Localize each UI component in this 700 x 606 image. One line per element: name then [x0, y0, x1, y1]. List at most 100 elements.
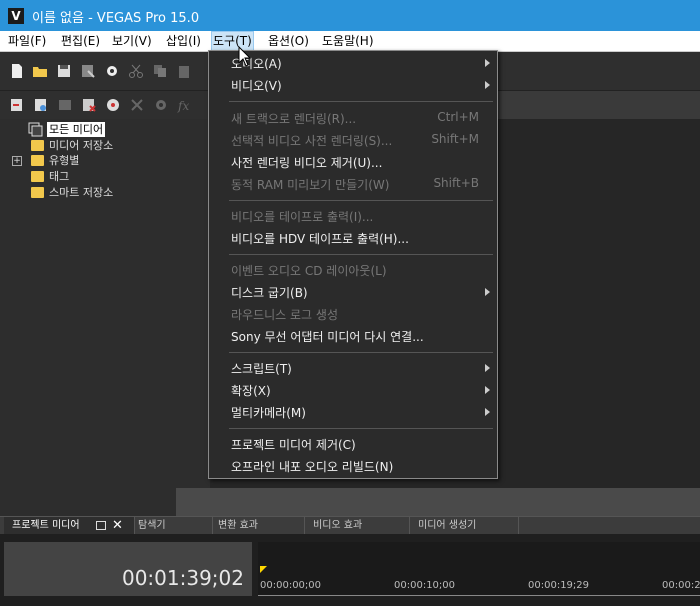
menu-burn-disc[interactable]: 디스크 굽기(B)	[209, 281, 497, 303]
menu-render-to-new-track[interactable]: 새 트랙으로 렌더링(R)... Ctrl+M	[209, 107, 497, 129]
tab-transitions[interactable]: 변환 효과	[210, 517, 305, 535]
folder-icon	[31, 155, 44, 166]
menu-item-label: 사전 렌더링 비디오 제거(U)...	[231, 156, 383, 170]
tab-label: 프로젝트 미디어	[12, 520, 80, 531]
tree-item-tags[interactable]: 태그	[49, 169, 69, 184]
gear-icon[interactable]	[104, 63, 120, 79]
menu-item-label: 새 트랙으로 렌더링(R)...	[231, 112, 357, 126]
tree-item-smart-bins[interactable]: 스마트 저장소	[49, 185, 113, 200]
menu-sony-wireless-relink[interactable]: Sony 무선 어댑터 미디어 다시 연결...	[209, 325, 497, 347]
new-file-icon[interactable]	[9, 63, 25, 79]
vegas-app-icon[interactable]: V	[8, 8, 24, 24]
menu-insert[interactable]: 삽입(I)	[165, 31, 202, 51]
close-icon[interactable]	[129, 97, 145, 113]
menu-item-label: 비디오를 HDV 테이프로 출력(H)...	[231, 232, 409, 246]
open-folder-icon[interactable]	[32, 63, 48, 79]
menu-separator	[229, 101, 493, 102]
ruler-label: 00:00:19;29	[528, 580, 590, 591]
tab-media-generators[interactable]: 미디어 생성기	[410, 517, 519, 535]
menu-clean-project-media[interactable]: 프로젝트 미디어 제거(C)	[209, 433, 497, 455]
media-tree-pane: 모든 미디어 미디어 저장소 + 유형별 태그 스마트 저장소	[0, 119, 210, 516]
menu-shortcut: Shift+M	[431, 132, 479, 146]
timecode-display: 00:01:39;02	[4, 542, 252, 596]
menu-event-audio-cd-layout[interactable]: 이벤트 오디오 CD 레이아웃(L)	[209, 259, 497, 281]
menu-item-label: 스크립트(T)	[231, 362, 292, 376]
tree-item-by-type[interactable]: 유형별	[49, 153, 79, 168]
folder-icon	[31, 187, 44, 198]
expand-toggle[interactable]: +	[12, 156, 22, 166]
menu-separator	[229, 428, 493, 429]
save-icon[interactable]	[56, 63, 72, 79]
menu-item-label: 선택적 비디오 사전 렌더링(S)...	[231, 134, 393, 148]
fx-icon[interactable]: fx	[177, 97, 193, 113]
copy-icon[interactable]	[152, 63, 168, 79]
mouse-pointer-icon	[238, 46, 252, 67]
time-ruler[interactable]: 00:00:00;00 00:00:10;00 00:00:19;29 00:0…	[258, 542, 700, 596]
submenu-arrow-icon	[485, 81, 490, 89]
playhead-marker-icon[interactable]	[260, 566, 267, 573]
menu-item-label: Sony 무선 어댑터 미디어 다시 연결...	[231, 330, 424, 344]
menu-multicamera[interactable]: 멀티카메라(M)	[209, 401, 497, 423]
folder-icon	[31, 140, 44, 151]
menu-dynamic-ram-preview[interactable]: 동적 RAM 미리보기 만들기(W) Shift+B	[209, 173, 497, 195]
tree-item-media-bins[interactable]: 미디어 저장소	[49, 138, 113, 153]
menu-item-label: 프로젝트 미디어 제거(C)	[231, 438, 356, 452]
docking-tabs: 프로젝트 미디어 ✕ 탐색기 변환 효과 비디오 효과 미디어 생성기	[0, 516, 700, 535]
ruler-baseline	[258, 595, 700, 596]
submenu-arrow-icon	[485, 364, 490, 372]
menu-print-video-to-hdv[interactable]: 비디오를 HDV 테이프로 출력(H)...	[209, 227, 497, 249]
menu-selective-prerender[interactable]: 선택적 비디오 사전 렌더링(S)... Shift+M	[209, 129, 497, 151]
submenu-arrow-icon	[485, 288, 490, 296]
menu-item-label: 동적 RAM 미리보기 만들기(W)	[231, 178, 390, 192]
restore-icon[interactable]	[96, 521, 106, 530]
menu-help[interactable]: 도움말(H)	[321, 31, 375, 51]
menu-item-label: 오프라인 내포 오디오 리빌드(N)	[231, 460, 394, 474]
menu-shortcut: Ctrl+M	[437, 110, 479, 124]
menu-item-label: 멀티카메라(M)	[231, 406, 306, 420]
menu-audio[interactable]: 오디오(A)	[209, 52, 497, 74]
cut-icon[interactable]	[128, 63, 144, 79]
get-media-icon[interactable]	[33, 97, 49, 113]
svg-text:fx: fx	[177, 99, 189, 113]
menu-video[interactable]: 비디오(V)	[209, 74, 497, 96]
menu-separator	[229, 352, 493, 353]
all-media-icon	[28, 122, 43, 137]
menu-loudness-log[interactable]: 라우드니스 로그 생성	[209, 303, 497, 325]
properties-gear-icon[interactable]	[153, 97, 169, 113]
close-tab-icon[interactable]: ✕	[112, 517, 123, 534]
tab-project-media[interactable]: 프로젝트 미디어 ✕	[4, 517, 135, 535]
disc-icon[interactable]	[105, 97, 121, 113]
menu-print-video-to-tape[interactable]: 비디오를 테이프로 출력(I)...	[209, 205, 497, 227]
pane-divider-strip	[176, 488, 700, 516]
timeline-area: 00:01:39;02 00:00:00;00 00:00:10;00 00:0…	[0, 534, 700, 606]
render-icon[interactable]	[80, 63, 96, 79]
capture-icon[interactable]	[57, 97, 73, 113]
tab-video-fx[interactable]: 비디오 효과	[305, 517, 410, 535]
menu-shortcut: Shift+B	[433, 176, 479, 190]
menu-rebuild-audio-proxies[interactable]: 오프라인 내포 오디오 리빌드(N)	[209, 455, 497, 477]
menu-extensions[interactable]: 확장(X)	[209, 379, 497, 401]
menu-scripting[interactable]: 스크립트(T)	[209, 357, 497, 379]
tab-explorer[interactable]: 탐색기	[130, 517, 213, 535]
submenu-arrow-icon	[485, 408, 490, 416]
menu-options[interactable]: 옵션(O)	[267, 31, 310, 51]
paste-icon[interactable]	[176, 63, 192, 79]
menu-item-label: 라우드니스 로그 생성	[231, 308, 338, 322]
menu-bar: 파일(F) 편집(E) 보기(V) 삽입(I) 도구(T) 옵션(O) 도움말(…	[0, 31, 700, 52]
window-title: 이름 없음 - VEGAS Pro 15.0	[32, 11, 200, 26]
menu-item-label: 디스크 굽기(B)	[231, 286, 308, 300]
ruler-label: 00:00:00;00	[260, 580, 322, 591]
ruler-label: 00:00:2	[662, 580, 700, 591]
menu-item-label: 비디오를 테이프로 출력(I)...	[231, 210, 374, 224]
submenu-arrow-icon	[485, 59, 490, 67]
remove-media-icon[interactable]	[81, 97, 97, 113]
menu-file[interactable]: 파일(F)	[7, 31, 47, 51]
menu-edit[interactable]: 편집(E)	[60, 31, 101, 51]
menu-view[interactable]: 보기(V)	[111, 31, 153, 51]
tree-item-all-media[interactable]: 모든 미디어	[47, 122, 106, 137]
import-media-icon[interactable]	[9, 97, 25, 113]
menu-item-label: 비디오(V)	[231, 79, 282, 93]
menu-clean-prerendered[interactable]: 사전 렌더링 비디오 제거(U)...	[209, 151, 497, 173]
menu-item-label: 확장(X)	[231, 384, 271, 398]
submenu-arrow-icon	[485, 386, 490, 394]
